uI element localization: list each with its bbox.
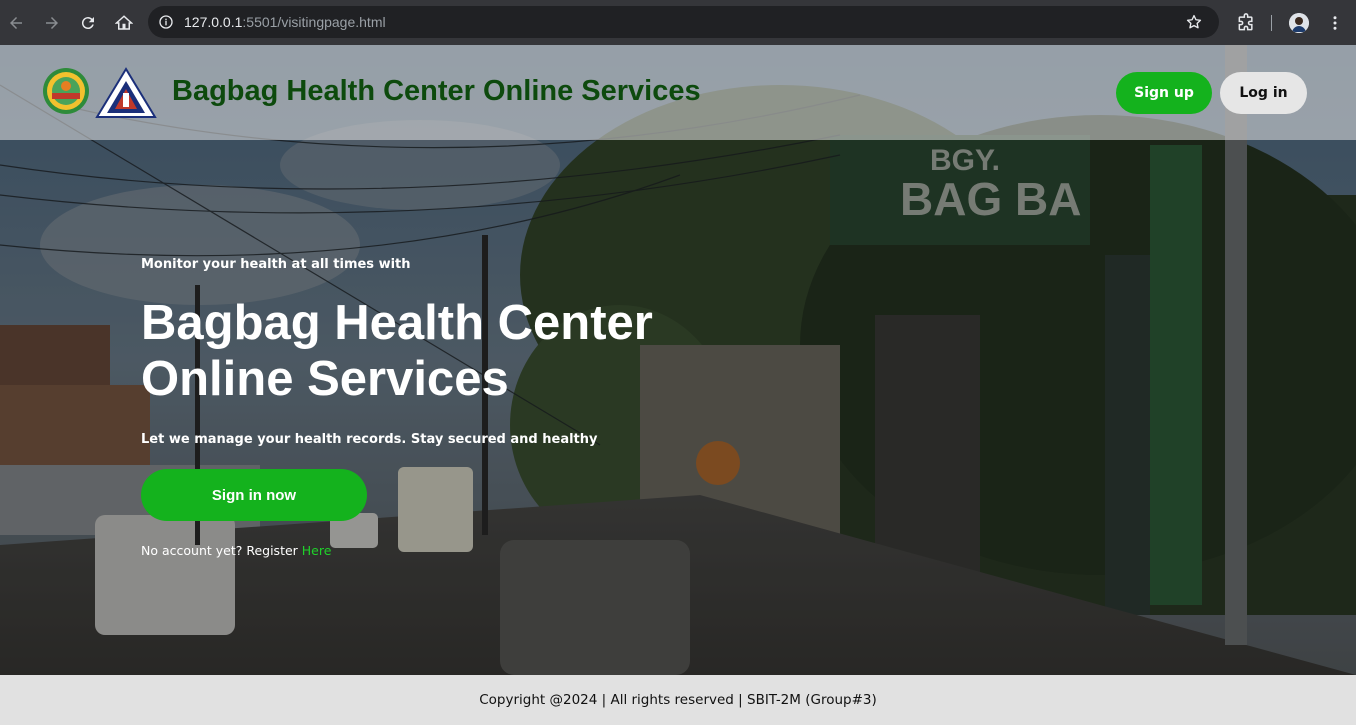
hero-title: Bagbag Health Center Online Services — [141, 296, 653, 406]
sign-up-button[interactable]: Sign up — [1116, 72, 1212, 114]
register-here-link[interactable]: Here — [302, 543, 332, 558]
site-info-icon[interactable] — [158, 14, 174, 30]
site-title: Bagbag Health Center Online Services — [172, 75, 701, 107]
home-icon — [115, 14, 133, 30]
barangay-seal-logo — [42, 67, 90, 115]
back-icon — [10, 16, 22, 29]
sign-in-now-button[interactable]: Sign in now — [141, 469, 367, 521]
reload-button[interactable] — [74, 9, 102, 37]
url-host: 127.0.0.1 — [184, 14, 243, 30]
browser-toolbar: 127.0.0.1:5501/visitingpage.html — [0, 0, 1356, 45]
url-path: :5501/visitingpage.html — [242, 14, 386, 30]
back-button[interactable] — [2, 9, 30, 37]
site-header: Bagbag Health Center Online Services Sig… — [0, 45, 1356, 140]
menu-kebab-icon[interactable] — [1326, 14, 1344, 32]
reload-icon — [81, 16, 94, 29]
profile-avatar[interactable] — [1289, 12, 1309, 33]
home-button[interactable] — [110, 9, 138, 37]
address-bar[interactable]: 127.0.0.1:5501/visitingpage.html — [148, 6, 1219, 38]
extensions-icon[interactable] — [1236, 12, 1256, 33]
toolbar-separator — [1271, 14, 1272, 31]
forward-icon — [46, 16, 58, 29]
register-text: No account yet? Register — [141, 543, 302, 558]
bookmark-star-icon[interactable] — [1185, 13, 1203, 31]
copyright-text: Copyright @2024 | All rights reserved | … — [479, 692, 877, 708]
register-prompt: No account yet? Register Here — [141, 543, 331, 558]
hero-subtitle: Monitor your health at all times with — [141, 257, 411, 272]
log-in-button[interactable]: Log in — [1220, 72, 1307, 114]
toolbar-right — [1236, 0, 1356, 45]
page-viewport: BAG BA BGY. Bagbag Health Center Online … — [0, 45, 1356, 725]
hero-description: Let we manage your health records. Stay … — [141, 432, 598, 447]
city-seal-logo — [95, 67, 157, 119]
site-footer: Copyright @2024 | All rights reserved | … — [0, 675, 1356, 725]
forward-button[interactable] — [38, 9, 66, 37]
url-text[interactable]: 127.0.0.1:5501/visitingpage.html — [184, 14, 386, 30]
